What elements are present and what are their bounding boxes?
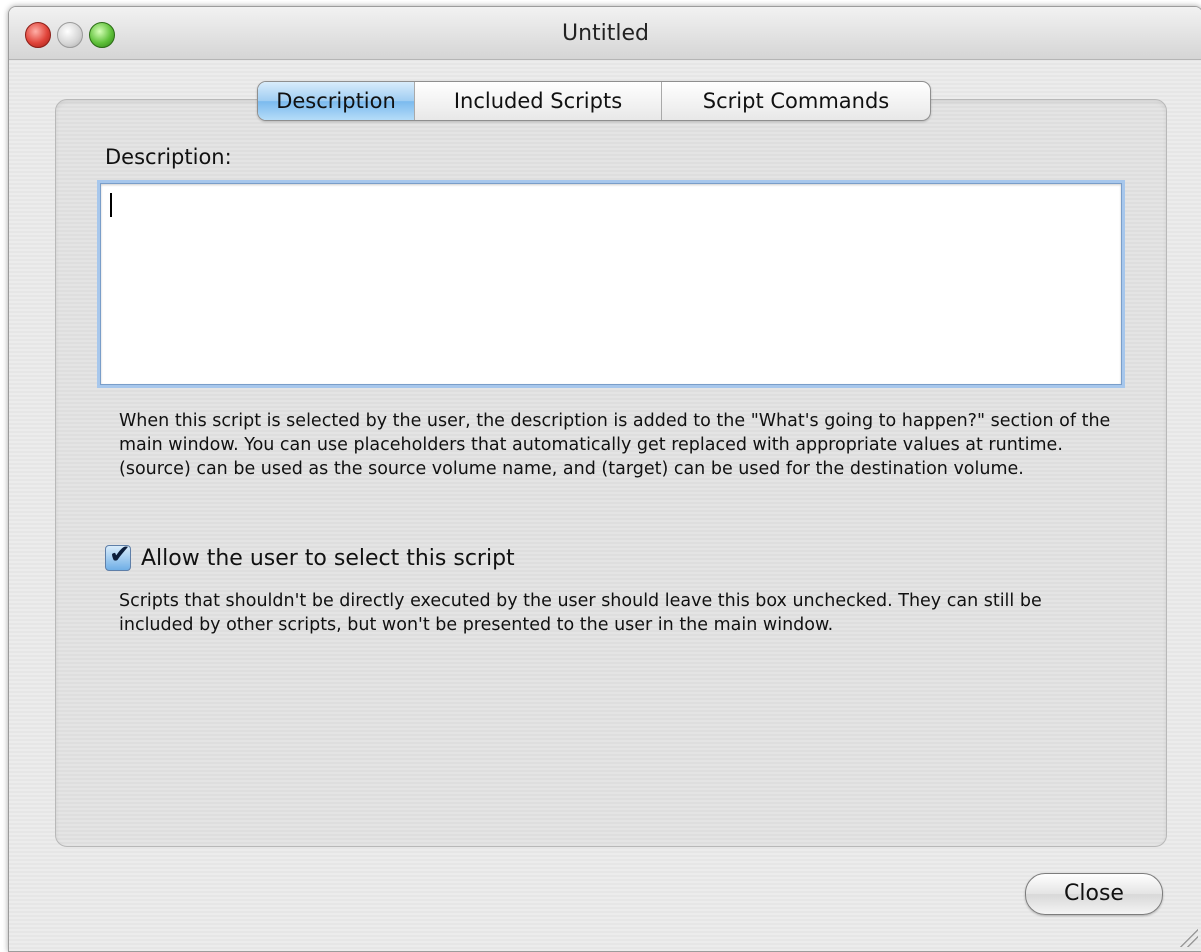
close-button[interactable]: Close bbox=[1025, 873, 1163, 915]
allow-select-help-text: Scripts that shouldn't be directly execu… bbox=[119, 591, 1042, 635]
text-caret bbox=[110, 193, 112, 217]
dialog-window: Untitled Description Included Scripts Sc… bbox=[8, 6, 1201, 952]
tab-included-scripts[interactable]: Included Scripts bbox=[415, 82, 662, 120]
tab-script-commands[interactable]: Script Commands bbox=[662, 82, 930, 120]
description-textarea[interactable] bbox=[100, 183, 1122, 385]
description-label: Description: bbox=[105, 145, 232, 169]
window-title: Untitled bbox=[561, 21, 650, 46]
allow-select-label[interactable]: Allow the user to select this script bbox=[141, 546, 515, 571]
resize-grip-icon[interactable] bbox=[1178, 927, 1198, 947]
allow-select-row[interactable]: Allow the user to select this script bbox=[105, 540, 515, 571]
description-help-text: When this script is selected by the user… bbox=[119, 411, 1111, 479]
tab-bar: Description Included Scripts Script Comm… bbox=[257, 81, 931, 121]
checkmark-icon[interactable] bbox=[105, 540, 131, 571]
tab-description[interactable]: Description bbox=[258, 82, 415, 120]
title-bar[interactable]: Untitled bbox=[9, 7, 1201, 60]
